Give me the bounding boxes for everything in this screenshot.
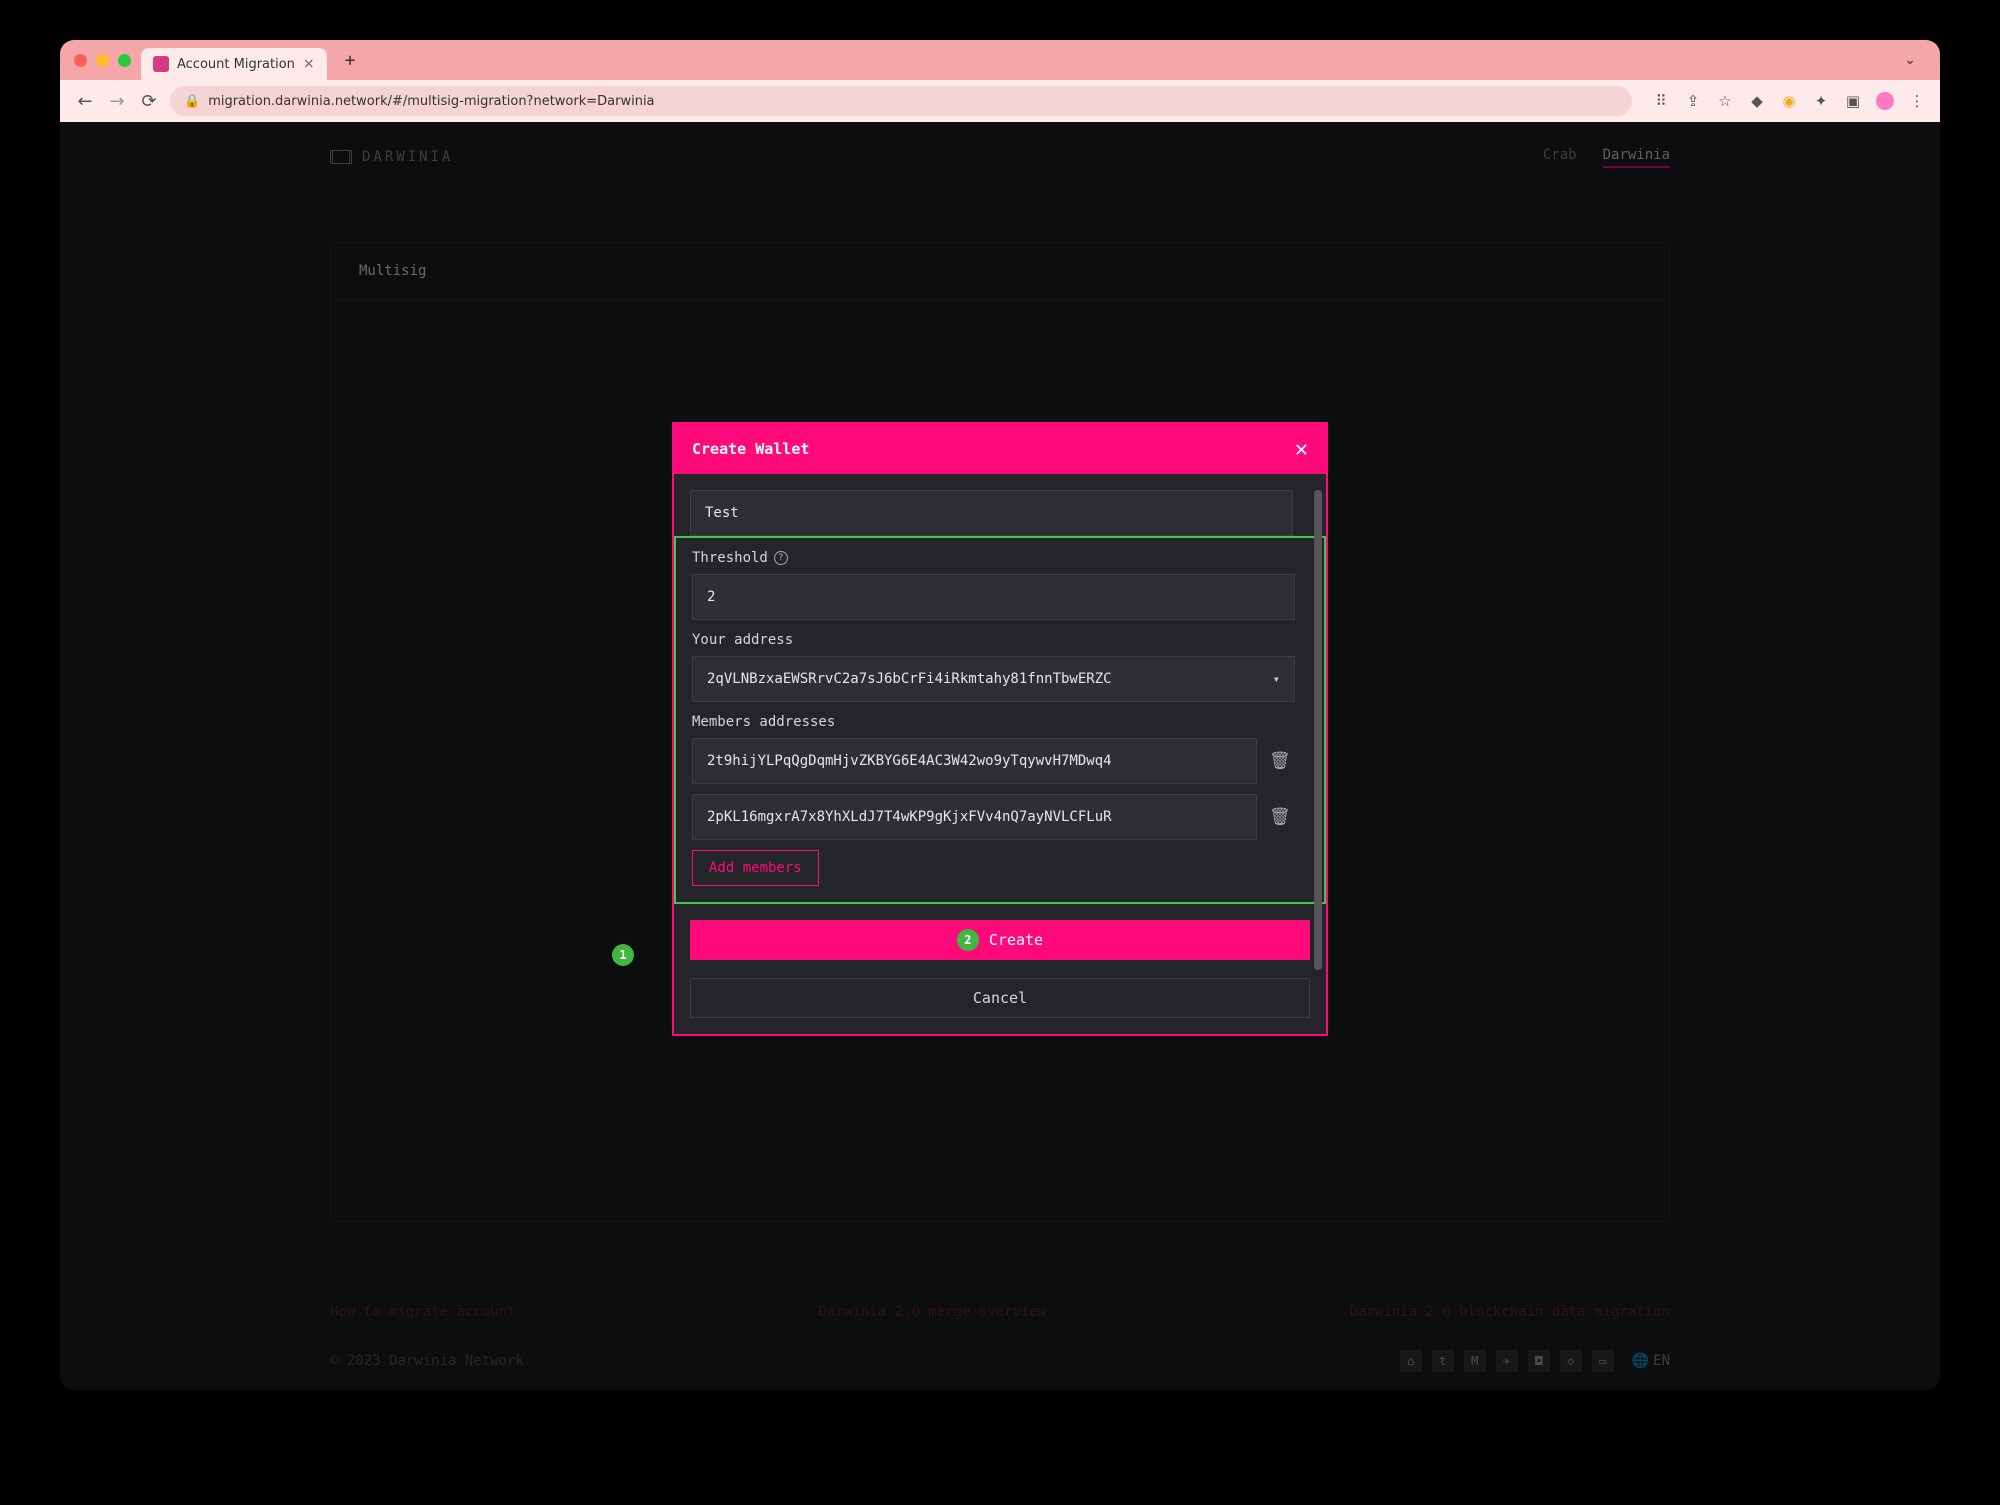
your-address-select[interactable]: 2qVLNBzxaEWSRrvC2a7sJ6bCrFi4iRkmtahy81fn… (692, 656, 1295, 702)
callout-badge-1: 1 (612, 944, 634, 966)
member-address-input[interactable] (692, 738, 1257, 784)
threshold-label: Threshold ? (692, 550, 1308, 566)
trash-icon[interactable]: 🗑 (1269, 807, 1291, 827)
threshold-label-text: Threshold (692, 550, 768, 566)
forward-button[interactable]: → (106, 91, 128, 112)
scrollbar[interactable] (1314, 490, 1322, 1018)
modal-body: Threshold ? Your address 2qVLNBzxaEWSRrv… (674, 474, 1326, 1034)
create-button[interactable]: 2 Create (690, 920, 1310, 960)
url-field[interactable]: 🔒 migration.darwinia.network/#/multisig-… (170, 86, 1632, 116)
tab-bar: Account Migration × + ⌄ (60, 40, 1940, 80)
window-minimize-icon[interactable] (96, 54, 109, 67)
member-row: 🗑 (692, 794, 1308, 840)
callout-badge-2: 2 (957, 929, 979, 951)
app-root: DARWINIA Crab Darwinia Multisig How to m… (60, 122, 1940, 1390)
kebab-menu-icon[interactable]: ⋮ (1908, 92, 1926, 110)
help-icon[interactable]: ? (774, 551, 788, 565)
member-address-input[interactable] (692, 794, 1257, 840)
url-text: migration.darwinia.network/#/multisig-mi… (208, 94, 654, 109)
close-icon[interactable]: ✕ (1295, 437, 1308, 462)
your-address-label: Your address (692, 632, 1308, 648)
profile-avatar-icon[interactable] (1876, 92, 1894, 110)
bookmark-icon[interactable]: ☆ (1716, 92, 1734, 110)
translate-icon[interactable]: ⠿ (1652, 92, 1670, 110)
trash-icon[interactable]: 🗑 (1269, 751, 1291, 771)
create-wallet-modal: 1 Create Wallet ✕ Threshold ? Your addre… (672, 422, 1328, 1036)
extensions-puzzle-icon[interactable]: ✦ (1812, 92, 1830, 110)
wallet-name-input[interactable] (690, 490, 1293, 536)
tab-title: Account Migration (177, 57, 295, 72)
your-address-value: 2qVLNBzxaEWSRrvC2a7sJ6bCrFi4iRkmtahy81fn… (707, 671, 1112, 687)
modal-title: Create Wallet (692, 440, 809, 458)
reload-button[interactable]: ⟳ (138, 91, 160, 112)
toolbar-icons: ⠿ ⇪ ☆ ◆ ◉ ✦ ▣ ⋮ (1642, 92, 1926, 110)
share-icon[interactable]: ⇪ (1684, 92, 1702, 110)
extension-icon[interactable]: ◉ (1780, 92, 1798, 110)
address-bar: ← → ⟳ 🔒 migration.darwinia.network/#/mul… (60, 80, 1940, 122)
back-button[interactable]: ← (74, 91, 96, 112)
cancel-button[interactable]: Cancel (690, 978, 1310, 1018)
browser-tab[interactable]: Account Migration × (141, 48, 327, 80)
create-button-label: Create (989, 931, 1043, 949)
browser-window: Account Migration × + ⌄ ← → ⟳ 🔒 migratio… (60, 40, 1940, 1390)
members-label: Members addresses (692, 714, 1308, 730)
member-row: 🗑 (692, 738, 1308, 784)
tab-close-icon[interactable]: × (303, 56, 315, 72)
tab-favicon-icon (153, 56, 169, 72)
modal-header: Create Wallet ✕ (674, 424, 1326, 474)
metamask-icon[interactable]: ◆ (1748, 92, 1766, 110)
tabs-overflow-icon[interactable]: ⌄ (1904, 52, 1926, 68)
lock-icon: 🔒 (184, 94, 200, 109)
threshold-input[interactable] (692, 574, 1295, 620)
panel-icon[interactable]: ▣ (1844, 92, 1862, 110)
highlight-box-1: Threshold ? Your address 2qVLNBzxaEWSRrv… (674, 536, 1326, 904)
add-members-button[interactable]: Add members (692, 850, 819, 886)
window-close-icon[interactable] (74, 54, 87, 67)
scroll-thumb[interactable] (1314, 490, 1322, 970)
window-zoom-icon[interactable] (118, 54, 131, 67)
traffic-lights (74, 54, 131, 67)
new-tab-button[interactable]: + (337, 50, 364, 71)
chevron-down-icon: ▾ (1273, 672, 1280, 686)
